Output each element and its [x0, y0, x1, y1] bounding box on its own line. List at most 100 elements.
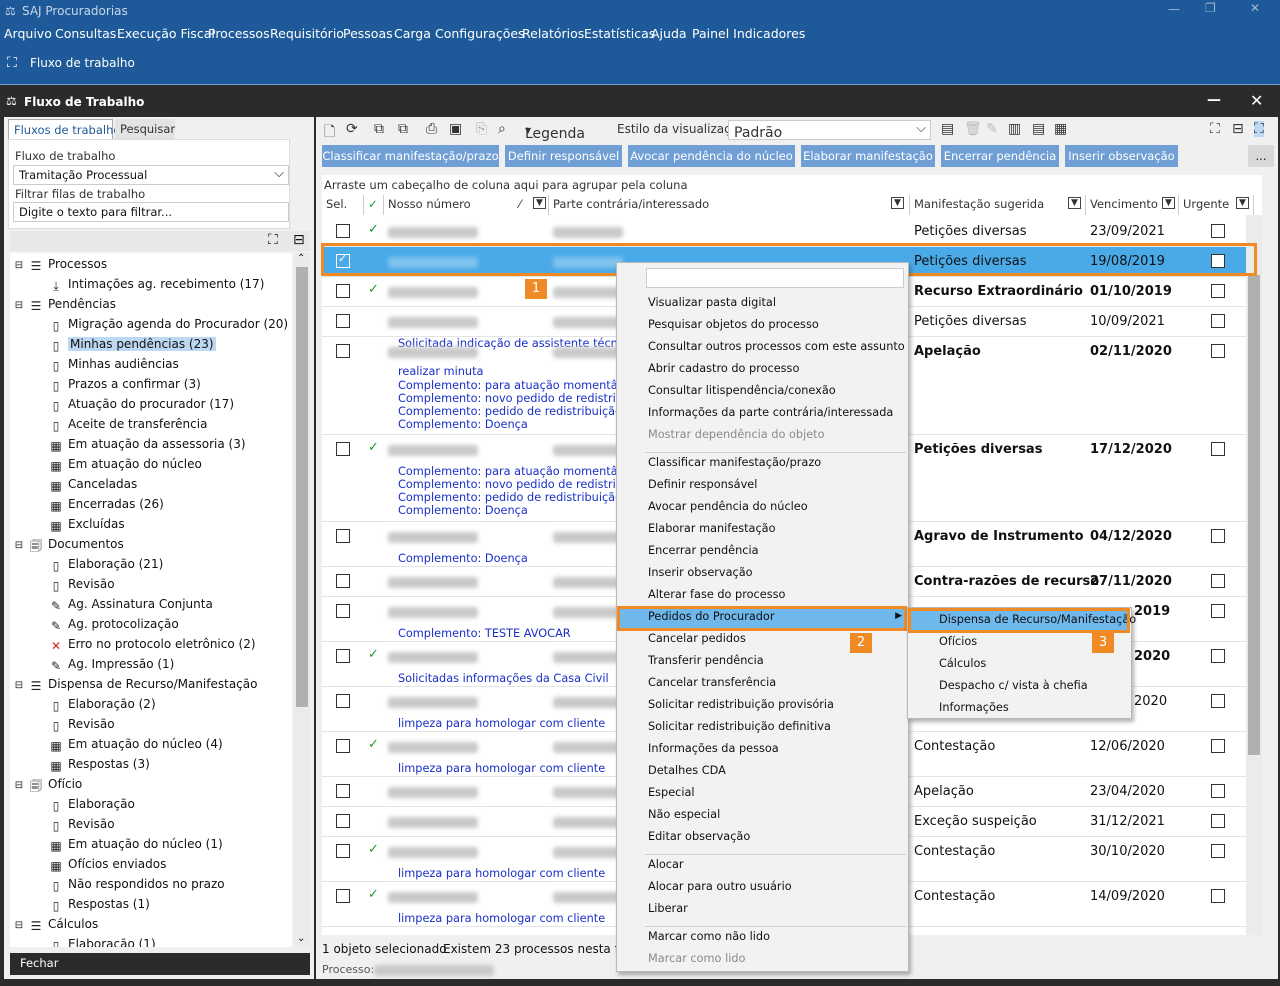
edit-view-icon[interactable]: ✎ [986, 121, 998, 137]
workflow-button[interactable]: Fluxo de trabalho [30, 56, 135, 70]
close-panel-button[interactable]: Fechar [10, 953, 310, 975]
row-checkbox[interactable] [336, 529, 350, 543]
context-menu-item[interactable]: Cancelar transferência [648, 676, 776, 689]
context-menu-item[interactable]: Não especial [648, 808, 720, 821]
row-checkbox[interactable] [336, 694, 350, 708]
filter-icon[interactable]: ▼ [533, 197, 546, 209]
context-menu-item[interactable]: Inserir observação [648, 566, 753, 579]
batch-icon[interactable]: ⧉ [374, 121, 384, 137]
collapse-toggle-icon[interactable]: ⊟ [12, 919, 26, 933]
filter-icon[interactable]: ▼ [1068, 197, 1081, 209]
menu-execucao-fiscal[interactable]: Execução Fiscal [117, 26, 215, 41]
urgente-checkbox[interactable] [1211, 442, 1225, 456]
menu-ajuda[interactable]: Ajuda [651, 26, 687, 41]
row-checkbox[interactable] [336, 814, 350, 828]
col-vencimento[interactable]: Vencimento ▼ [1086, 195, 1179, 215]
menu-carga[interactable]: Carga [394, 26, 431, 41]
submenu-item[interactable]: Ofícios [939, 635, 977, 648]
context-menu-item[interactable]: Cancelar pedidos [648, 632, 746, 645]
more-actions-button[interactable]: ... [1248, 145, 1274, 167]
tree-structure-icon[interactable]: ⛶ [268, 232, 278, 248]
scroll-up-icon[interactable]: ⌃ [297, 253, 305, 264]
row-checkbox[interactable] [336, 739, 350, 753]
context-menu-item[interactable]: Marcar como não lido [648, 930, 770, 943]
context-menu-item[interactable]: Alocar para outro usuário [648, 880, 792, 893]
restore-icon[interactable]: ❐ [1205, 1, 1216, 15]
filter-input[interactable]: Digite o texto para filtrar... [13, 202, 289, 222]
pdf-icon[interactable]: ⎘ [476, 121, 487, 137]
delete-view-icon[interactable]: 🗑 [964, 121, 982, 137]
new-doc-icon[interactable]: 🗋 [324, 121, 335, 145]
collapse-toggle-icon[interactable]: ⊟ [12, 539, 26, 553]
flow-select[interactable]: Tramitação Processual ⌵ [13, 165, 289, 185]
layout-icon[interactable]: ⛶ [1210, 121, 1220, 137]
grid-scroll-thumb[interactable] [1248, 275, 1260, 755]
urgente-checkbox[interactable] [1211, 739, 1225, 753]
tree-scrollbar[interactable]: ⌃ ⌄ [294, 253, 310, 947]
context-menu-item[interactable]: Alocar [648, 858, 684, 871]
window-close-icon[interactable]: ✕ [1250, 91, 1263, 110]
row-checkbox[interactable] [336, 442, 350, 456]
row-checkbox[interactable] [336, 284, 350, 298]
context-menu-item[interactable]: Consultar litispendência/conexão [648, 384, 836, 397]
urgente-checkbox[interactable] [1211, 844, 1225, 858]
submenu-item[interactable]: Informações [939, 701, 1009, 714]
urgente-checkbox[interactable] [1211, 694, 1225, 708]
toggle-panel-icon[interactable]: ⛶ [1254, 121, 1264, 137]
context-search-input[interactable] [646, 268, 904, 288]
elaborar-manifestacao-button[interactable]: Elaborar manifestação [801, 145, 935, 167]
context-menu-item[interactable]: Encerrar pendência [648, 544, 759, 557]
scroll-thumb[interactable] [296, 267, 308, 707]
close-icon[interactable]: ✕ [1250, 1, 1260, 15]
menu-arquivo[interactable]: Arquivo [4, 26, 52, 41]
menu-relatorios[interactable]: Relatórios [522, 26, 584, 41]
save-view-icon[interactable]: ▤ [941, 121, 954, 137]
col-parte-contraria[interactable]: Parte contrária/interessado ▼ [549, 195, 910, 215]
context-menu-item[interactable]: Transferir pendência [648, 654, 764, 667]
context-menu-item[interactable]: Avocar pendência do núcleo [648, 500, 808, 513]
urgente-checkbox[interactable] [1211, 529, 1225, 543]
col-manifestacao[interactable]: Manifestação sugerida ▼ [910, 195, 1086, 215]
avocar-button[interactable]: Avocar pendência do núcleo [628, 145, 795, 167]
urgente-checkbox[interactable] [1211, 649, 1225, 663]
context-menu-item[interactable]: Especial [648, 786, 695, 799]
context-menu-item[interactable]: Classificar manifestação/prazo [648, 456, 821, 469]
context-menu-item[interactable]: Consultar outros processos com este assu… [648, 340, 905, 353]
filter-icon[interactable]: ▼ [1236, 197, 1249, 209]
menu-configuracoes[interactable]: Configurações [435, 26, 525, 41]
row-checkbox[interactable] [336, 314, 350, 328]
context-menu-item[interactable]: Visualizar pasta digital [648, 296, 776, 309]
row-checkbox[interactable] [336, 649, 350, 663]
context-menu-item[interactable]: Elaborar manifestação [648, 522, 776, 535]
submenu-item[interactable]: Despacho c/ vista à chefia [939, 679, 1088, 692]
config-icon[interactable]: ▦ [1054, 121, 1067, 137]
columns-icon[interactable]: ▥ [1008, 121, 1021, 137]
view-style-select[interactable]: Padrão ⌵ [728, 120, 931, 140]
save-icon[interactable]: ▣ [449, 121, 462, 137]
col-sel[interactable]: Sel. [322, 195, 364, 215]
row-checkbox[interactable] [336, 224, 350, 238]
row-checkbox[interactable] [336, 574, 350, 588]
context-menu-item[interactable]: Editar observação [648, 830, 750, 843]
col-check[interactable]: ✓ [364, 195, 384, 215]
collapse-toggle-icon[interactable]: ⊟ [12, 679, 26, 693]
context-menu-item[interactable]: Pesquisar objetos do processo [648, 318, 819, 331]
grid-scrollbar[interactable] [1246, 215, 1262, 935]
scroll-down-icon[interactable]: ⌄ [297, 933, 305, 944]
filter-icon[interactable]: ▼ [1162, 197, 1175, 209]
collapse-toggle-icon[interactable]: ⊟ [12, 259, 26, 273]
refresh-icon[interactable]: ⟳ [346, 121, 358, 137]
row-checkbox[interactable] [336, 844, 350, 858]
urgente-checkbox[interactable] [1211, 784, 1225, 798]
urgente-checkbox[interactable] [1211, 814, 1225, 828]
context-menu-item[interactable]: Informações da parte contrária/interessa… [648, 406, 893, 419]
copy-icon[interactable]: ⧉ [398, 121, 408, 137]
urgente-checkbox[interactable] [1211, 284, 1225, 298]
filter-icon[interactable]: ▼ [891, 197, 904, 209]
context-menu-item[interactable]: Alterar fase do processo [648, 588, 785, 601]
context-menu-item[interactable]: Informações da pessoa [648, 742, 779, 755]
menu-requisitorio[interactable]: Requisitório [270, 26, 344, 41]
context-menu-item[interactable]: Solicitar redistribuição definitiva [648, 720, 831, 733]
row-checkbox[interactable] [336, 344, 350, 358]
context-menu-item[interactable]: Liberar [648, 902, 688, 915]
